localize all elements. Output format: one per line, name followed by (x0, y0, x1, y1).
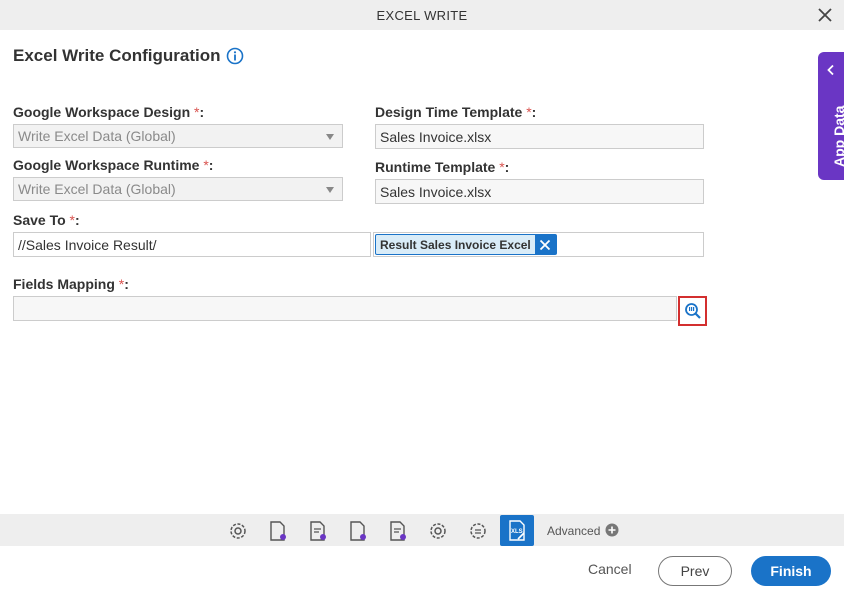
design-template-label: Design Time Template *: (375, 104, 537, 120)
mapping-search-icon (684, 303, 701, 319)
close-icon (540, 239, 551, 250)
runtime-select[interactable]: Write Excel Data (Global) (13, 177, 343, 201)
dialog-titlebar: EXCEL WRITE (0, 0, 844, 30)
runtime-template-field[interactable]: Sales Invoice.xlsx (375, 179, 704, 204)
info-icon[interactable] (226, 47, 244, 65)
app-data-label: App Data (831, 105, 844, 167)
runtime-template-value: Sales Invoice.xlsx (380, 184, 492, 200)
required-mark: * (203, 157, 209, 173)
gear-icon[interactable] (426, 519, 450, 543)
advanced-link[interactable]: Advanced (547, 524, 600, 538)
design-label: Google Workspace Design *: (13, 104, 205, 120)
required-mark: * (499, 159, 505, 175)
cancel-button[interactable]: Cancel (588, 561, 632, 577)
chip-label: Result Sales Invoice Excel (380, 237, 531, 252)
fields-mapping-label: Fields Mapping *: (13, 276, 129, 292)
runtime-select-value: Write Excel Data (Global) (18, 181, 176, 197)
remove-chip-button[interactable] (534, 235, 556, 254)
dialog-title: EXCEL WRITE (376, 8, 468, 23)
save-to-path-value: //Sales Invoice Result/ (18, 237, 157, 253)
plus-icon[interactable] (605, 523, 619, 537)
design-select-value: Write Excel Data (Global) (18, 128, 176, 144)
chevron-down-icon (326, 134, 334, 140)
finish-button[interactable]: Finish (751, 556, 831, 586)
save-to-path-field[interactable]: //Sales Invoice Result/ (13, 232, 371, 257)
required-mark: * (118, 276, 125, 292)
document-gear-icon[interactable] (346, 519, 370, 543)
form-gear-icon[interactable] (386, 519, 410, 543)
fields-mapping-button[interactable] (678, 296, 707, 326)
design-template-value: Sales Invoice.xlsx (380, 129, 492, 145)
chevron-down-icon (326, 187, 334, 193)
required-mark: * (69, 212, 75, 228)
gear-icon[interactable] (226, 519, 250, 543)
save-to-label: Save To *: (13, 212, 80, 228)
required-mark: * (526, 104, 532, 120)
document-gear-icon[interactable] (266, 519, 290, 543)
form-gear-icon[interactable] (306, 519, 330, 543)
app-data-tab[interactable]: App Data (818, 52, 844, 180)
xls-edit-icon[interactable]: XLS (500, 515, 534, 546)
runtime-label: Google Workspace Runtime *: (13, 157, 214, 173)
fields-mapping-field[interactable] (13, 296, 677, 321)
save-to-file-chip: Result Sales Invoice Excel (375, 234, 557, 255)
chevron-left-icon (827, 64, 834, 76)
step-toolbar: XLS Advanced (0, 514, 844, 546)
page-title: Excel Write Configuration (13, 46, 221, 65)
runtime-template-label: Runtime Template *: (375, 159, 510, 175)
cog-list-icon[interactable] (466, 519, 490, 543)
close-icon[interactable] (816, 6, 834, 24)
required-mark: * (194, 104, 200, 120)
design-template-field[interactable]: Sales Invoice.xlsx (375, 124, 704, 149)
design-select[interactable]: Write Excel Data (Global) (13, 124, 343, 148)
xls-icon-text: XLS (511, 529, 523, 535)
prev-button[interactable]: Prev (658, 556, 732, 586)
